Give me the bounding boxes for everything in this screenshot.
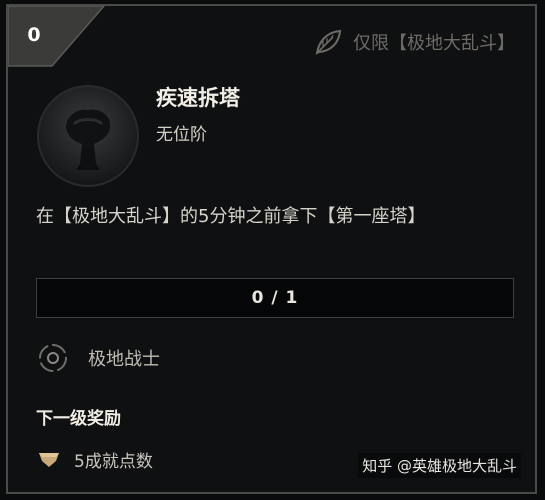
category-row: 极地战士: [36, 340, 160, 376]
watermark: 知乎 @英雄极地大乱斗: [358, 453, 521, 478]
achievement-tier: 无位阶: [156, 125, 207, 145]
mode-restriction: 仅限【极地大乱斗】: [313, 28, 515, 56]
gem-icon: [36, 449, 62, 469]
achievement-description: 在【极地大乱斗】的5分钟之前拿下【第一座塔】: [36, 206, 426, 227]
category-label: 极地战士: [88, 349, 160, 370]
target-icon: [36, 341, 70, 375]
achievement-card: 0 仅限【极地大乱斗】 疾速拆塔 无位阶 在【极地大乱斗】的5分钟之前拿下【第一…: [6, 4, 537, 494]
corner-count: 0: [27, 24, 41, 46]
next-reward-heading: 下一级奖励: [36, 409, 121, 429]
leaf-icon: [313, 29, 343, 55]
achievement-title: 疾速拆塔: [156, 86, 240, 110]
progress-bar: 0 / 1: [36, 278, 514, 318]
reward-row: 5成就点数: [36, 444, 153, 474]
corner-badge: 0: [8, 6, 106, 68]
mode-label: 仅限【极地大乱斗】: [353, 33, 515, 54]
tower-emblem-icon: [36, 84, 140, 188]
progress-text: 0 / 1: [251, 288, 299, 308]
reward-label: 5成就点数: [74, 451, 153, 472]
